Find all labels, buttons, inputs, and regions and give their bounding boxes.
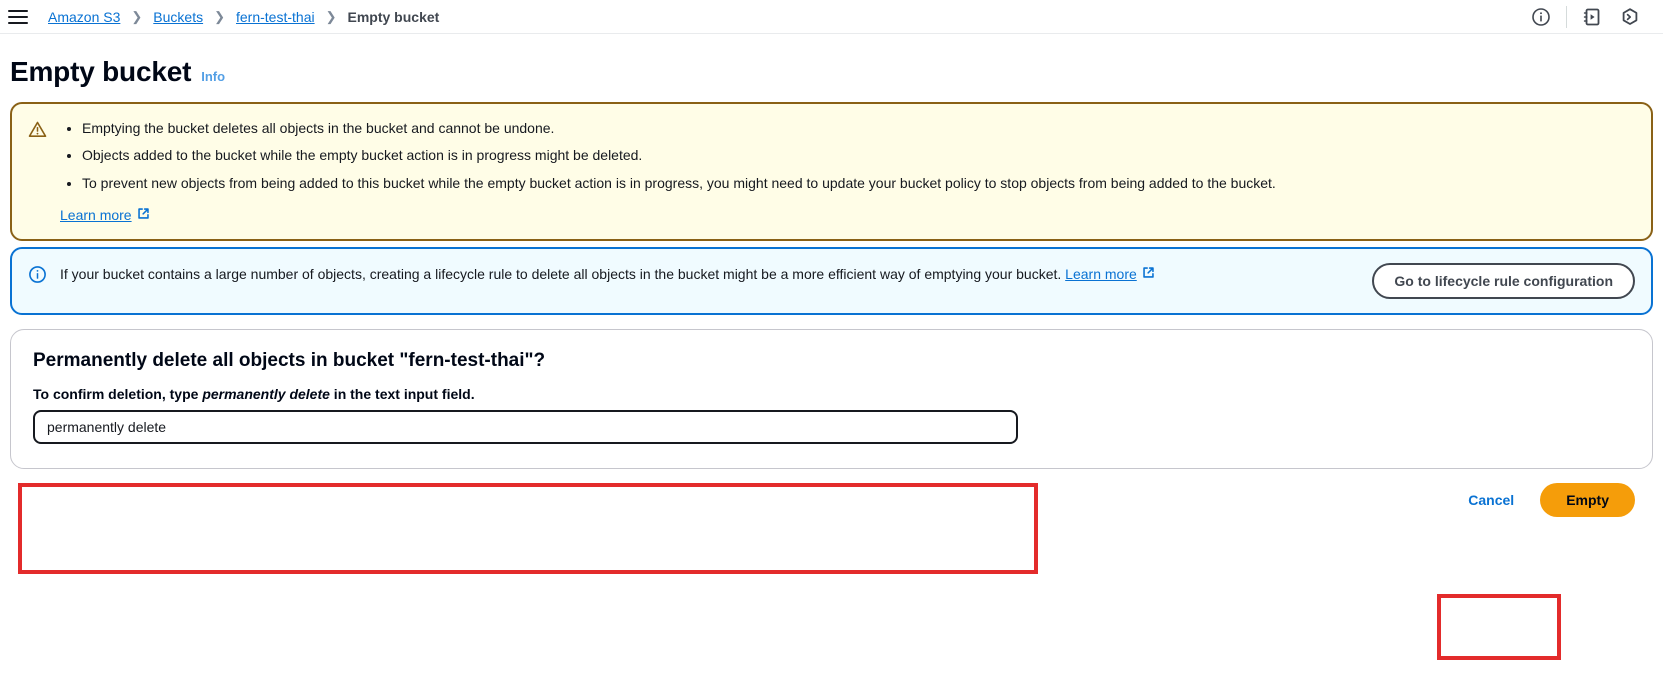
confirmation-instruction: To confirm deletion, type permanently de… — [33, 386, 1630, 402]
breadcrumb-item-buckets[interactable]: Buckets — [153, 9, 203, 25]
info-alert-body: If your bucket contains a large number o… — [60, 263, 1356, 285]
warning-bullet-list: Emptying the bucket deletes all objects … — [60, 118, 1635, 193]
warning-bullet-1: Emptying the bucket deletes all objects … — [82, 118, 1635, 138]
page-title: Empty bucket — [10, 56, 192, 87]
page-info-link[interactable]: Info — [201, 69, 225, 84]
instruction-suffix: in the text input field. — [329, 386, 475, 403]
warning-learn-more-link[interactable]: Learn more — [60, 205, 150, 225]
breadcrumb-item-current: Empty bucket — [347, 8, 440, 25]
instruction-prefix: To confirm deletion, type — [33, 386, 203, 403]
notifications-tutorial-icon[interactable] — [1573, 2, 1611, 32]
info-circle-icon[interactable] — [1522, 2, 1560, 32]
info-alert: If your bucket contains a large number o… — [10, 247, 1653, 316]
info-circle-icon — [28, 263, 50, 289]
breadcrumb-separator: ❯ — [131, 8, 143, 24]
breadcrumb-separator: ❯ — [214, 8, 225, 24]
info-learn-more-link[interactable]: Learn more — [1065, 263, 1155, 285]
breadcrumb-item-bucket-name[interactable]: fern-test-thai — [236, 9, 315, 25]
page-root: Amazon S3 ❯ Buckets ❯ fern-test-thai ❯ E… — [0, 0, 1663, 696]
warning-bullet-3: To prevent new objects from being added … — [82, 173, 1635, 193]
warning-triangle-icon — [28, 118, 50, 225]
confirmation-heading: Permanently delete all objects in bucket… — [33, 350, 546, 372]
toolbar-divider — [1566, 5, 1567, 28]
info-alert-text: If your bucket contains a large number o… — [60, 266, 1062, 283]
info-alert-text-wrap: If your bucket contains a large number o… — [60, 263, 1200, 285]
go-to-lifecycle-rule-configuration-button[interactable]: Go to lifecycle rule configuration — [1372, 263, 1635, 300]
hamburger-menu-icon[interactable] — [8, 6, 30, 28]
external-link-icon — [137, 205, 150, 225]
page-header: Empty bucket Info — [0, 34, 1663, 96]
top-bar-actions — [1522, 2, 1649, 32]
warning-learn-more-label: Learn more — [60, 206, 132, 223]
warning-bullet-2: Objects added to the bucket while the em… — [82, 145, 1635, 165]
breadcrumb-item-amazon-s3[interactable]: Amazon S3 — [48, 9, 120, 25]
confirmation-card: Permanently delete all objects in bucket… — [10, 329, 1653, 470]
top-navigation-bar: Amazon S3 ❯ Buckets ❯ fern-test-thai ❯ E… — [0, 0, 1663, 34]
form-actions: Cancel Empty — [0, 469, 1663, 518]
warning-alert: Emptying the bucket deletes all objects … — [10, 102, 1653, 242]
cancel-button[interactable]: Cancel — [1468, 492, 1514, 508]
highlight-empty-button — [1437, 594, 1561, 660]
cloudshell-icon[interactable] — [1611, 2, 1649, 32]
breadcrumb-separator: ❯ — [325, 8, 337, 24]
external-link-icon — [1142, 263, 1155, 285]
confirm-deletion-input[interactable] — [33, 410, 1018, 445]
warning-alert-body: Emptying the bucket deletes all objects … — [60, 118, 1635, 225]
instruction-emphasis: permanently delete — [202, 386, 330, 403]
breadcrumb: Amazon S3 ❯ Buckets ❯ fern-test-thai ❯ E… — [48, 9, 439, 25]
info-learn-more-label: Learn more — [1065, 266, 1137, 283]
empty-button[interactable]: Empty — [1540, 483, 1635, 518]
